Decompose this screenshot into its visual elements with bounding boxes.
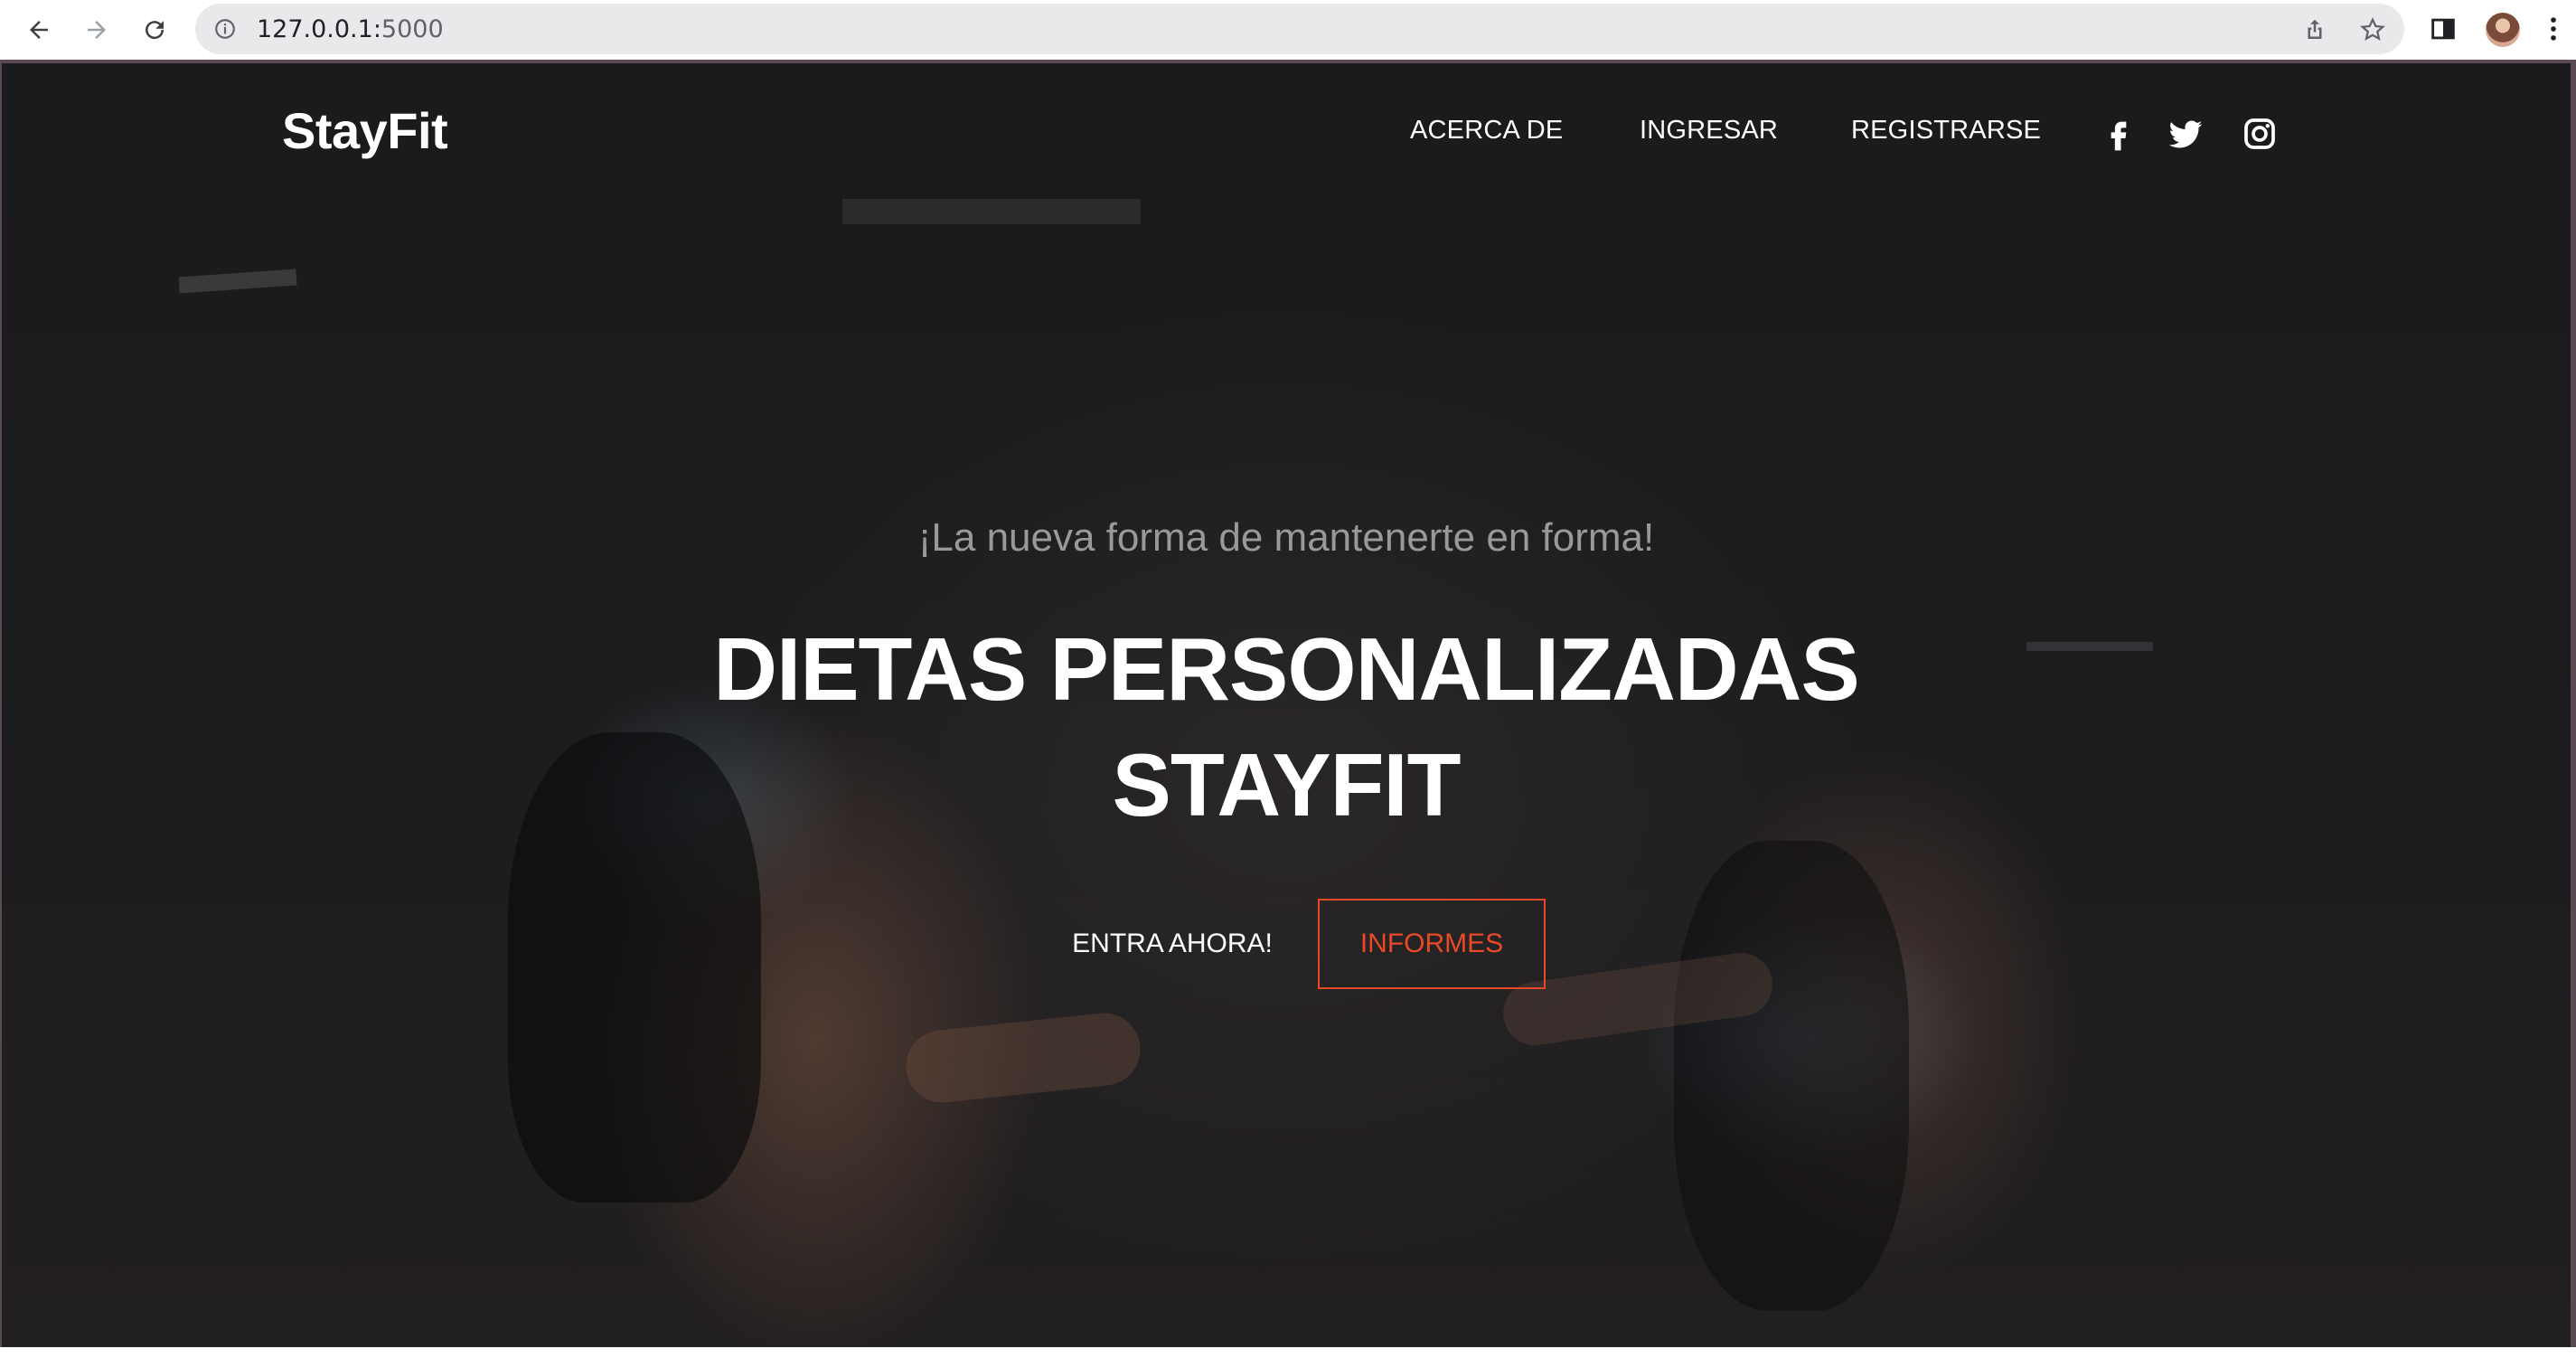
- nav-link-registrarse[interactable]: REGISTRARSE: [1851, 116, 2041, 146]
- address-bar[interactable]: 127.0.0.1:5000: [195, 4, 2404, 54]
- twitter-icon: [2168, 120, 2203, 148]
- share-icon[interactable]: [2301, 16, 2328, 43]
- forward-button[interactable]: [76, 9, 118, 51]
- nav-link-ingresar[interactable]: INGRESAR: [1640, 116, 1778, 146]
- side-panel-icon[interactable]: [2428, 13, 2458, 45]
- nav-link-acerca-de[interactable]: ACERCA DE: [1410, 116, 1563, 146]
- profile-avatar[interactable]: [2486, 13, 2520, 47]
- facebook-link[interactable]: [2101, 116, 2137, 152]
- forward-icon: [88, 21, 106, 39]
- back-button[interactable]: [18, 9, 60, 51]
- window-bottom-edge: [0, 1347, 2576, 1358]
- url-text: 127.0.0.1:5000: [257, 15, 444, 43]
- reload-button[interactable]: [134, 9, 175, 51]
- site-navbar: StayFit ACERCA DE INGRESAR REGISTRARSE: [2, 63, 2571, 199]
- page-viewport: StayFit ACERCA DE INGRESAR REGISTRARSE ¡…: [2, 63, 2571, 1347]
- twitter-link[interactable]: [2167, 116, 2204, 152]
- brand-logo[interactable]: StayFit: [282, 101, 448, 160]
- site-info-icon[interactable]: [213, 17, 237, 41]
- facebook-icon: [2111, 121, 2127, 151]
- url-port: 5000: [381, 15, 444, 43]
- back-icon: [30, 21, 48, 39]
- hero-title-line-1: DIETAS PERSONALIZADAS: [713, 619, 1860, 719]
- instagram-link[interactable]: [2242, 116, 2278, 152]
- bookmark-star-icon[interactable]: [2359, 16, 2386, 43]
- hero-subtitle: ¡La nueva forma de mantenerte en forma!: [917, 515, 1655, 560]
- browser-toolbar: 127.0.0.1:5000: [0, 0, 2576, 60]
- entra-ahora-button[interactable]: ENTRA AHORA!: [1050, 899, 1294, 989]
- hero-title-line-2: STAYFIT: [1112, 735, 1461, 835]
- informes-button[interactable]: INFORMES: [1318, 899, 1546, 989]
- menu-dots-icon[interactable]: [2538, 13, 2569, 45]
- instagram-icon: [2244, 118, 2275, 149]
- reload-icon: [146, 21, 165, 40]
- url-host: 127.0.0.1:: [257, 15, 381, 43]
